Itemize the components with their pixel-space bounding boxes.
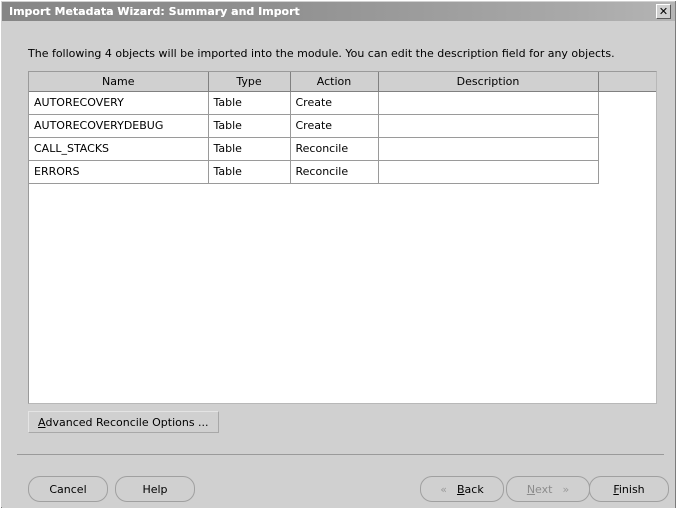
column-header-type[interactable]: Type (208, 72, 291, 92)
cell-description[interactable] (378, 114, 599, 138)
column-header-action[interactable]: Action (290, 72, 379, 92)
cell-description[interactable] (378, 91, 599, 115)
table-row[interactable]: CALL_STACKS Table Reconcile (29, 137, 656, 161)
cell-filler (598, 160, 656, 183)
next-button-label: Next (526, 482, 553, 496)
cell-action: Create (290, 114, 379, 138)
cell-name: AUTORECOVERYDEBUG (29, 114, 209, 138)
next-button[interactable]: Next » (506, 476, 590, 502)
cell-filler (598, 137, 656, 160)
cell-action: Reconcile (290, 160, 379, 184)
cell-description[interactable] (378, 137, 599, 161)
table-body: AUTORECOVERY Table Create AUTORECOVERYDE… (29, 91, 656, 184)
chevron-right-icon: » (562, 482, 570, 496)
cell-action: Reconcile (290, 137, 379, 161)
cell-type: Table (208, 137, 291, 161)
cell-name: ERRORS (29, 160, 209, 184)
column-header-filler (598, 72, 656, 92)
table-header-row: Name Type Action Description (29, 72, 656, 92)
instruction-text: The following 4 objects will be imported… (28, 47, 615, 60)
table-row[interactable]: AUTORECOVERYDEBUG Table Create (29, 114, 656, 138)
column-header-description[interactable]: Description (378, 72, 599, 92)
cell-type: Table (208, 114, 291, 138)
back-button[interactable]: « Back (420, 476, 504, 502)
window-inner-frame: Import Metadata Wizard: Summary and Impo… (1, 1, 676, 508)
finish-button[interactable]: Finish (589, 476, 669, 502)
close-button[interactable]: ✕ (656, 4, 671, 19)
dialog-content: The following 4 objects will be imported… (2, 21, 675, 508)
objects-table-panel: Name Type Action Description AUTORECOVER… (28, 71, 657, 404)
advanced-button-mnemonic: A (38, 415, 46, 429)
cell-action: Create (290, 91, 379, 115)
cell-filler (598, 114, 656, 137)
objects-table: Name Type Action Description AUTORECOVER… (29, 72, 656, 184)
help-button-label: Help (142, 482, 168, 496)
cell-name: AUTORECOVERY (29, 91, 209, 115)
column-header-name[interactable]: Name (29, 72, 209, 92)
cancel-button[interactable]: Cancel (28, 476, 108, 502)
table-header: Name Type Action Description (29, 72, 656, 92)
help-button[interactable]: Help (115, 476, 195, 502)
import-metadata-wizard-dialog: Import Metadata Wizard: Summary and Impo… (0, 0, 677, 509)
cell-type: Table (208, 160, 291, 184)
cell-name: CALL_STACKS (29, 137, 209, 161)
cell-type: Table (208, 91, 291, 115)
back-button-label: Back (457, 482, 484, 496)
footer-separator (17, 454, 664, 455)
chevron-left-icon: « (440, 482, 447, 496)
advanced-reconcile-options-button[interactable]: Advanced Reconcile Options ... (28, 411, 219, 433)
window-title: Import Metadata Wizard: Summary and Impo… (9, 5, 300, 18)
advanced-button-label: dvanced Reconcile Options ... (45, 415, 209, 429)
table-row[interactable]: ERRORS Table Reconcile (29, 160, 656, 184)
finish-button-label: Finish (613, 482, 645, 496)
cancel-button-label: Cancel (49, 482, 87, 496)
title-bar[interactable]: Import Metadata Wizard: Summary and Impo… (2, 2, 675, 21)
cell-description[interactable] (378, 160, 599, 184)
cell-filler (598, 91, 656, 114)
close-icon: ✕ (658, 5, 669, 18)
table-row[interactable]: AUTORECOVERY Table Create (29, 91, 656, 115)
